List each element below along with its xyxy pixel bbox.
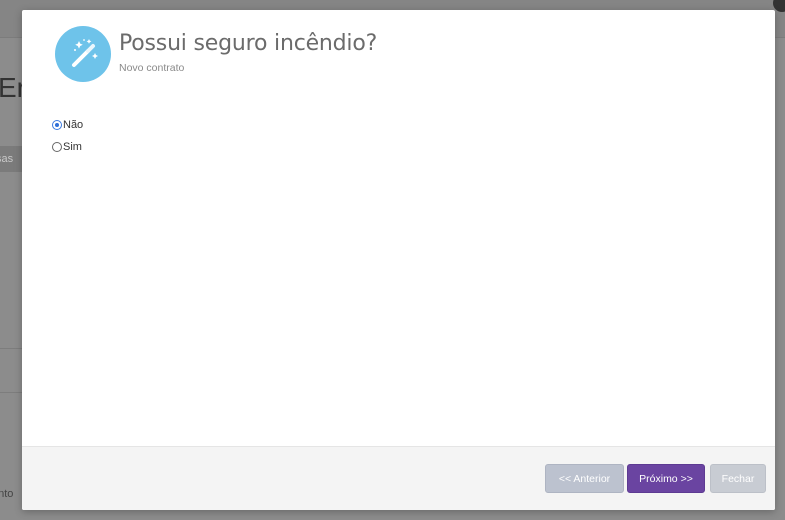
background-tab-label: sas [0,153,14,165]
modal-footer: << Anterior Próximo >> Fechar [22,446,775,510]
option-label: Não [63,119,84,131]
wizard-modal: Possui seguro incêndio? Novo contrato Nã… [22,10,775,510]
option-sim[interactable]: Sim [52,136,83,158]
background-footer-label: ento [0,488,14,500]
background-divider [0,348,22,349]
option-nao[interactable]: Não [52,114,83,136]
modal-subtitle: Novo contrato [119,62,185,74]
radio-sim[interactable] [52,142,62,152]
modal-header: Possui seguro incêndio? Novo contrato [22,10,775,90]
previous-button[interactable]: << Anterior [545,464,624,493]
background-tab: sas [0,146,22,172]
close-button[interactable]: Fechar [710,464,766,493]
modal-title: Possui seguro incêndio? [119,31,378,56]
option-label: Sim [63,141,82,153]
next-button[interactable]: Próximo >> [627,464,705,493]
magic-wand-icon [55,26,111,82]
answer-options: Não Sim [52,114,83,158]
background-divider [0,392,22,393]
radio-nao[interactable] [52,120,62,130]
background-footer-text: ento [0,488,22,500]
